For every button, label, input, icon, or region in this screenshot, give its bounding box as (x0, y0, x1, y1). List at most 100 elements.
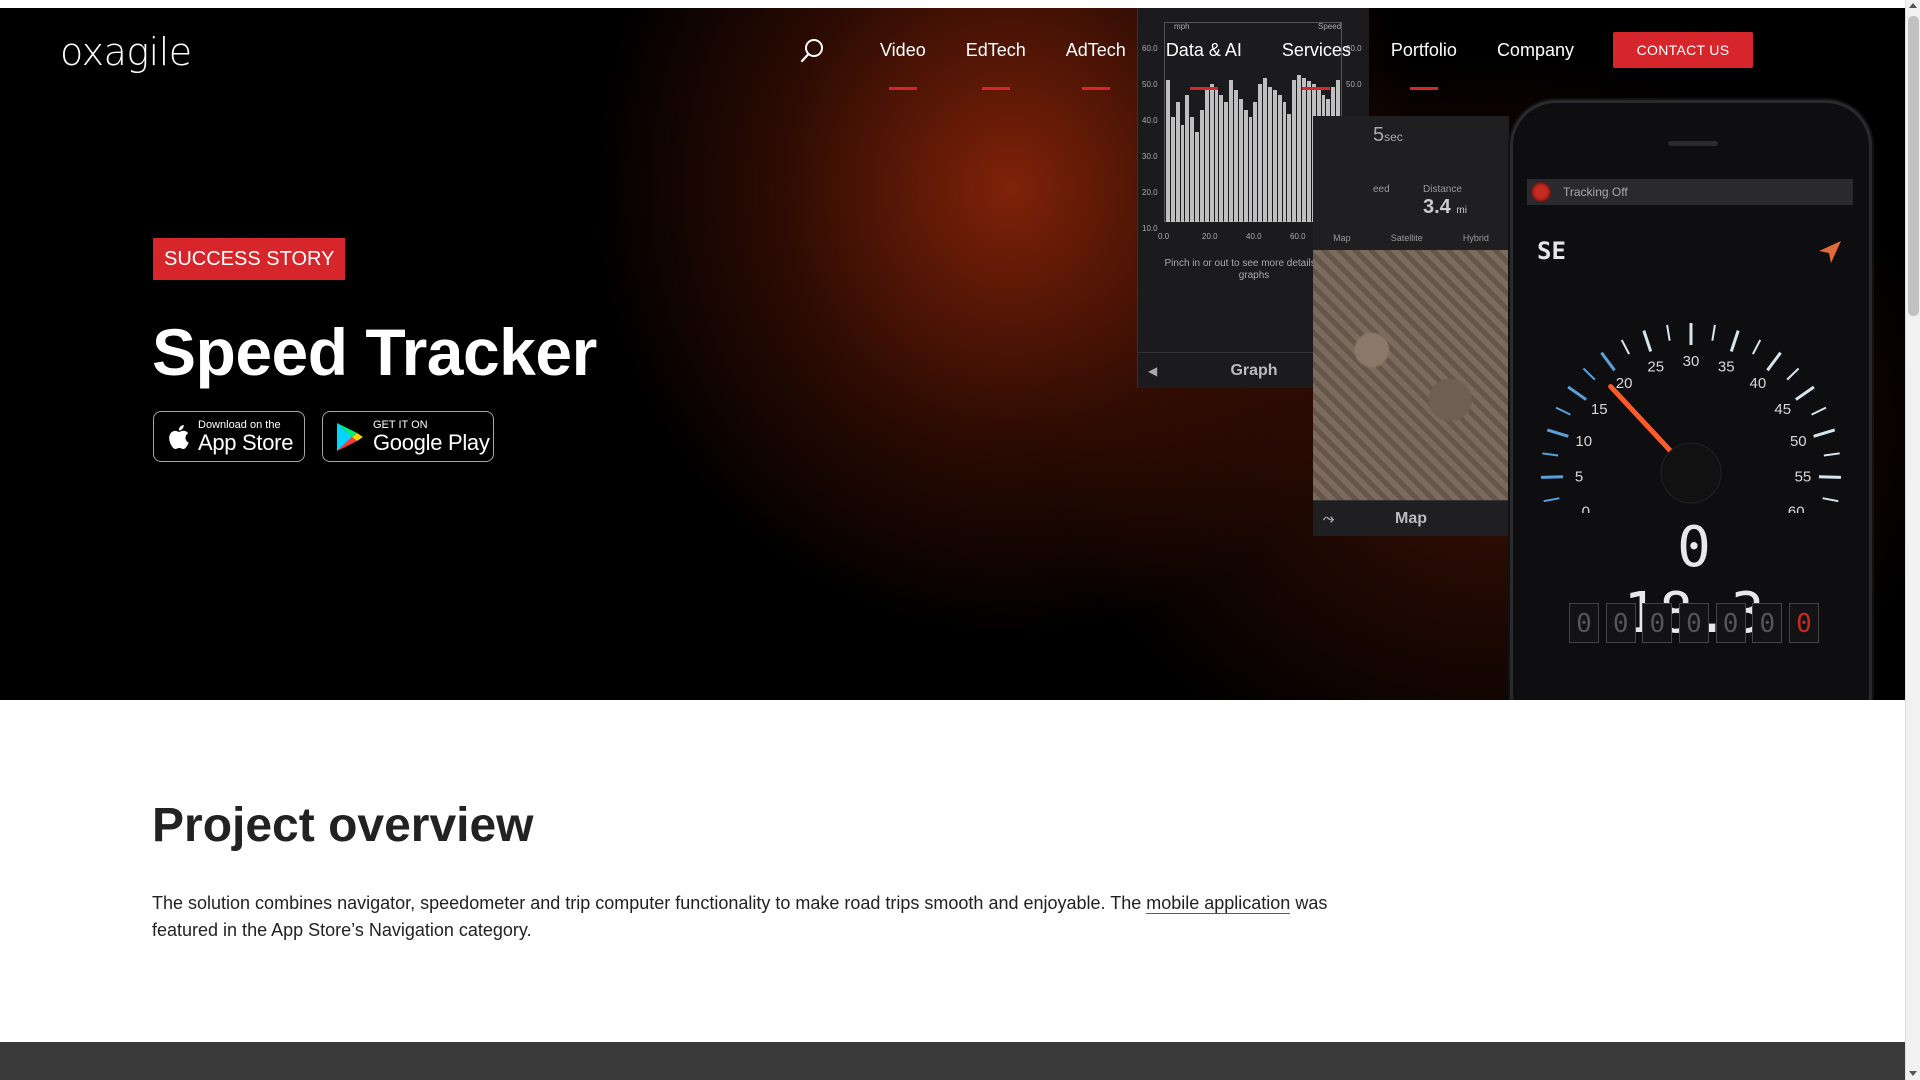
graph-x-tick: 40.0 (1246, 232, 1262, 241)
odometer-digit: 0 (1569, 603, 1599, 643)
nav-item-label: Video (880, 40, 926, 60)
search-icon[interactable] (800, 37, 826, 63)
map-tabs: Map Satellite Hybrid (1313, 228, 1509, 248)
nav-item-services[interactable]: Services (1281, 30, 1351, 90)
graph-bar (1170, 117, 1175, 222)
map-image (1313, 250, 1509, 500)
map-panel: 5sec eed Distance 3.4 mi Map Satellite H… (1313, 116, 1509, 536)
graph-bar (1287, 114, 1292, 222)
map-tab-map[interactable]: Map (1333, 233, 1351, 243)
apple-icon (169, 424, 189, 449)
nav-item-underline (981, 87, 1010, 90)
map-distance-value: 3.4 mi (1423, 196, 1467, 218)
gauge-tick (1729, 330, 1740, 352)
map-tab-satellite[interactable]: Satellite (1391, 233, 1423, 243)
mobile-application-link[interactable]: mobile application (1146, 893, 1291, 914)
page-title: Speed Tracker (152, 315, 597, 389)
nav-item-underline (1081, 87, 1110, 90)
gauge-label: 10 (1575, 433, 1592, 450)
success-story-badge: SUCCESS STORY (153, 238, 346, 280)
top-strip (0, 0, 1905, 8)
gauge-tick (1811, 406, 1827, 416)
phone-speaker (1668, 141, 1718, 146)
graph-y-tick: 20.0 (1142, 188, 1158, 197)
nav-item-adtech[interactable]: AdTech (1065, 30, 1126, 90)
scroll-up-arrow-icon[interactable] (1909, 3, 1917, 8)
nav-item-underline (1302, 87, 1331, 90)
gauge-tick (1567, 385, 1588, 401)
graph-bar (1272, 90, 1277, 222)
graph-bar (1243, 109, 1248, 222)
graph-bar (1200, 109, 1204, 222)
graph-bar (1209, 84, 1214, 222)
odometer-digit: 0 (1642, 603, 1673, 643)
odometer-digit: 0 (1788, 603, 1819, 643)
gauge-label: 45 (1774, 401, 1791, 418)
app-store-button[interactable]: Download on the App Store (153, 411, 305, 462)
nav-item-edtech[interactable]: EdTech (965, 30, 1026, 90)
gauge-tick (1582, 367, 1596, 381)
gauge-tick (1751, 339, 1762, 355)
graph-x-tick: 20.0 (1202, 232, 1218, 241)
navigation-arrow-icon (1819, 241, 1841, 263)
nav-item-label: Data & AI (1165, 40, 1242, 60)
gauge-tick (1711, 324, 1716, 341)
gauge-tick (1541, 475, 1564, 479)
gauge-tick (1794, 385, 1815, 401)
odometer-digit: 0 (1752, 603, 1783, 643)
graph-bar (1253, 102, 1258, 222)
gauge-label: 35 (1718, 359, 1735, 376)
gauge-label: 5 (1575, 468, 1583, 485)
contact-us-button[interactable]: CONTACT US (1613, 32, 1753, 68)
nav-item-label: Company (1496, 40, 1574, 60)
project-overview-title: Project overview (152, 799, 534, 852)
nav-item-company[interactable]: Company (1497, 30, 1574, 70)
gauge-tick (1542, 452, 1559, 457)
gauge-tick (1543, 497, 1560, 503)
record-icon[interactable] (1531, 182, 1551, 202)
graph-bar (1263, 78, 1268, 222)
nav-item-underline (1409, 87, 1438, 90)
gauge-tick (1822, 497, 1839, 503)
nav-item-video[interactable]: Video (880, 30, 926, 90)
back-arrow-icon[interactable]: ◀ (1148, 364, 1157, 378)
nav-item-label: AdTech (1065, 40, 1126, 60)
nav-item-data-ai[interactable]: Data & AI (1165, 30, 1242, 90)
app-store-text: Download on the App Store (198, 418, 294, 455)
graph-y-tick: 50.0 (1142, 80, 1158, 89)
map-top: 5sec eed Distance 3.4 mi (1373, 116, 1509, 218)
graph-bar (1258, 84, 1263, 222)
main-nav: Video EdTech AdTech Data & AI Services Portfo… (800, 30, 1594, 90)
graph-bar (1204, 90, 1209, 222)
scroll-thumb[interactable] (1908, 16, 1919, 316)
nav-items: Video EdTech AdTech Data & AI Services Portfo… (860, 30, 1594, 90)
map-footer-label: Map (1395, 509, 1427, 527)
graph-bar (1268, 87, 1272, 222)
tracking-status: Tracking Off (1527, 179, 1853, 205)
graph-bar (1238, 99, 1243, 222)
nav-item-label: Portfolio (1390, 40, 1457, 60)
gauge-tick (1620, 339, 1631, 355)
nav-item-label: Services (1281, 40, 1351, 60)
graph-bar (1248, 117, 1253, 222)
page-scrollbar[interactable] (1905, 0, 1920, 1080)
gauge-label: 55 (1795, 468, 1812, 485)
gauge-tick (1666, 324, 1671, 341)
graph-y-tick: 30.0 (1142, 152, 1158, 161)
nav-item-portfolio[interactable]: Portfolio (1390, 30, 1457, 90)
map-time: 5sec (1373, 124, 1403, 146)
graph-bar (1185, 94, 1190, 222)
scroll-down-arrow-icon[interactable] (1909, 1071, 1917, 1076)
gauge-tick (1823, 452, 1840, 457)
gauge-tick (1766, 351, 1782, 372)
google-play-button[interactable]: GET IT ON Google Play (322, 411, 494, 462)
nav-item-label: EdTech (965, 40, 1026, 60)
gauge-tick (1642, 330, 1653, 352)
map-tab-hybrid[interactable]: Hybrid (1463, 233, 1489, 243)
graph-bar (1302, 78, 1306, 222)
oxagile-logo[interactable]: oxagile (60, 30, 192, 74)
graph-bar (1282, 102, 1287, 222)
route-icon[interactable]: ⤳ (1323, 510, 1334, 527)
graph-bar (1306, 81, 1311, 222)
gauge-label: 15 (1591, 401, 1608, 418)
